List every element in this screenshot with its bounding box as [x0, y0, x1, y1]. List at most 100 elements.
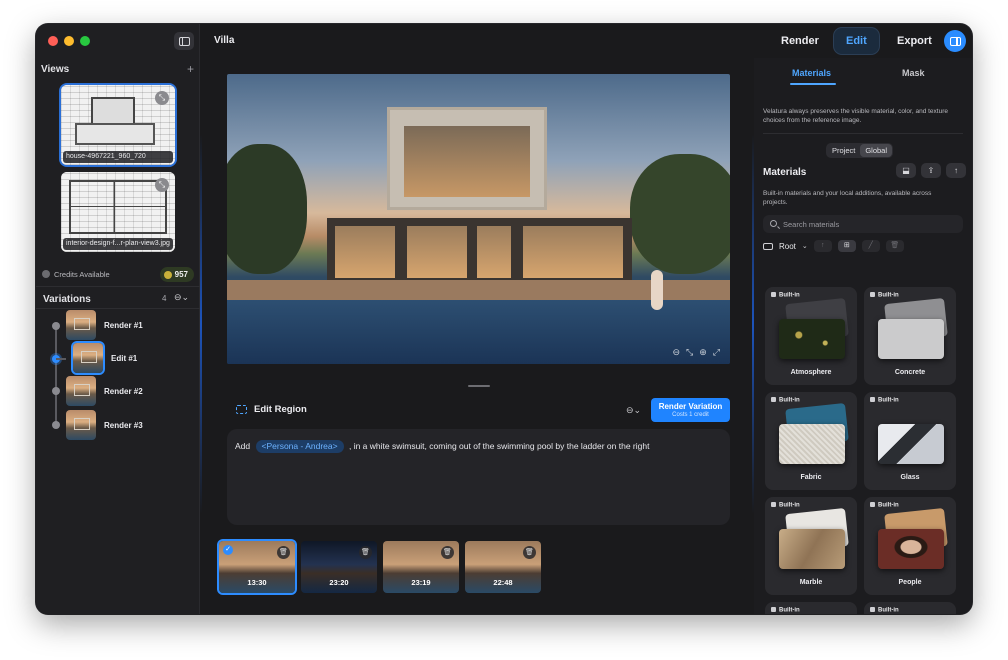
prompt-input[interactable]: Add <Persona - Andrea> , in a white swim…	[227, 429, 730, 525]
variation-label: Render #3	[104, 420, 143, 430]
add-view-button[interactable]: +	[187, 62, 194, 76]
material-swatch	[779, 319, 845, 359]
builtin-label: Built-in	[779, 607, 800, 614]
tab-mask[interactable]: Mask	[902, 68, 925, 78]
scope-segmented-control: Project Global	[826, 143, 894, 158]
material-swatch	[779, 529, 845, 569]
trash-icon[interactable]: 🗑	[359, 546, 372, 559]
zoom-window-button[interactable]	[80, 36, 90, 46]
project-title: Villa	[214, 35, 235, 46]
variation-thumbnail	[66, 310, 96, 340]
coin-icon	[42, 270, 50, 278]
import-material-button[interactable]: ⬓	[896, 163, 916, 178]
scope-project[interactable]: Project	[827, 144, 860, 157]
tree-node	[52, 322, 60, 330]
variation-tree-line	[55, 324, 57, 424]
history-strip: ✓ 🗑 13:30 🗑 23:20 🗑 23:19 🗑 22:48	[219, 541, 541, 593]
prompt-text-after: , in a white swimsuit, coming out of the…	[348, 441, 650, 451]
lock-icon	[870, 292, 875, 297]
close-window-button[interactable]	[48, 36, 58, 46]
zoom-out-icon[interactable]: ⊖	[673, 347, 681, 358]
search-input[interactable]	[783, 215, 953, 233]
variations-title: Variations	[43, 294, 91, 305]
variation-item[interactable]: Render #2	[66, 376, 143, 406]
history-thumbnail[interactable]: 🗑 23:19	[383, 541, 459, 593]
view-card-house[interactable]: ⤡ house-4967221_960_720	[61, 85, 175, 165]
new-folder-button[interactable]: ⊞	[837, 240, 856, 252]
materials-info-note: Velatura always preserves the visible ma…	[763, 108, 948, 124]
fit-icon[interactable]: ⤡	[686, 347, 693, 358]
material-name: People	[898, 579, 922, 586]
credits-label: Credits Available	[54, 270, 110, 279]
material-swatch	[878, 529, 944, 569]
trash-icon[interactable]: 🗑	[441, 546, 454, 559]
fullscreen-icon[interactable]: ⤢	[713, 347, 720, 358]
edit-region-toggle[interactable]: Edit Region	[236, 404, 307, 415]
expand-icon[interactable]: ⤡	[155, 178, 169, 192]
material-card[interactable]: Built-in	[864, 602, 956, 614]
render-variation-label: Render Variation	[658, 402, 723, 411]
render-canvas[interactable]: ⊖ ⤡ ⊕ ⤢	[227, 74, 730, 364]
material-card[interactable]: Built-in	[765, 602, 857, 614]
expand-icon[interactable]: ⤡	[155, 91, 169, 105]
share-material-button[interactable]: ⇪	[921, 163, 941, 178]
credit-coin-icon	[163, 270, 172, 279]
tab-edit[interactable]: Edit	[834, 28, 879, 54]
variation-item-active[interactable]: Edit #1	[73, 343, 137, 373]
render-variation-button[interactable]: Render Variation Costs 1 credit	[651, 398, 730, 422]
variation-item[interactable]: Render #1	[66, 310, 143, 340]
region-select-icon	[236, 405, 247, 414]
history-thumbnail[interactable]: 🗑 23:20	[301, 541, 377, 593]
scope-global[interactable]: Global	[860, 144, 893, 157]
root-folder-dropdown[interactable]: Root	[779, 242, 796, 251]
history-thumbnail[interactable]: 🗑 22:48	[465, 541, 541, 593]
material-name: Atmosphere	[790, 369, 832, 376]
material-name: Marble	[799, 579, 823, 586]
material-card-glass[interactable]: Built-in Glass	[864, 392, 956, 490]
check-icon: ✓	[223, 545, 233, 555]
delete-button[interactable]: 🗑	[885, 240, 904, 252]
inspector-toggle-button[interactable]	[944, 30, 966, 52]
zoom-tools: ⊖ ⤡ ⊕ ⤢	[673, 347, 721, 358]
variations-filter-button[interactable]: ⊖⌄	[174, 292, 189, 303]
active-tab-indicator	[790, 83, 836, 85]
rename-button[interactable]: ╱	[861, 240, 880, 252]
material-card-marble[interactable]: Built-in Marble	[765, 497, 857, 595]
resize-handle[interactable]	[468, 385, 490, 387]
credits-badge[interactable]: 957	[159, 267, 194, 282]
minimize-window-button[interactable]	[64, 36, 74, 46]
tab-render[interactable]: Render	[769, 28, 831, 54]
trash-icon[interactable]: 🗑	[523, 546, 536, 559]
tab-export[interactable]: Export	[885, 28, 944, 54]
material-card-atmosphere[interactable]: Built-in Atmosphere	[765, 287, 857, 385]
upload-material-button[interactable]: ↑	[946, 163, 966, 178]
variation-item[interactable]: Render #3	[66, 410, 143, 440]
view-card-floor-plan[interactable]: ⤡ interior-design-f...r-plan-view3.jpg	[61, 172, 175, 252]
search-icon	[770, 220, 777, 227]
variation-label: Render #2	[104, 386, 143, 396]
edit-region-label: Edit Region	[254, 404, 307, 415]
variation-label: Render #1	[104, 320, 143, 330]
history-time: 13:30	[247, 578, 267, 587]
material-card-people[interactable]: Built-in People	[864, 497, 956, 595]
view-caption: interior-design-f...r-plan-view3.jpg	[63, 238, 173, 250]
history-time: 22:48	[493, 578, 513, 587]
sidebar-toggle-button[interactable]	[174, 32, 194, 50]
builtin-label: Built-in	[878, 607, 899, 614]
lock-icon	[771, 607, 776, 612]
history-thumbnail[interactable]: ✓ 🗑 13:30	[219, 541, 295, 593]
folder-up-button[interactable]: ↑	[813, 240, 832, 252]
material-card-concrete[interactable]: Built-in Concrete	[864, 287, 956, 385]
lock-icon	[771, 502, 776, 507]
tab-materials[interactable]: Materials	[792, 68, 831, 78]
variation-thumbnail	[66, 376, 96, 406]
persona-chip[interactable]: <Persona - Andrea>	[255, 440, 344, 453]
zoom-in-icon[interactable]: ⊕	[699, 347, 707, 358]
tree-node	[52, 387, 60, 395]
material-card-fabric[interactable]: Built-in Fabric	[765, 392, 857, 490]
left-sidebar: Views + ⤡ house-4967221_960_720 ⤡ interi…	[36, 24, 200, 614]
prompt-options-button[interactable]: ⊖⌄	[626, 405, 641, 416]
trash-icon[interactable]: 🗑	[277, 546, 290, 559]
material-name: Concrete	[894, 369, 926, 376]
folder-icon	[763, 242, 773, 250]
